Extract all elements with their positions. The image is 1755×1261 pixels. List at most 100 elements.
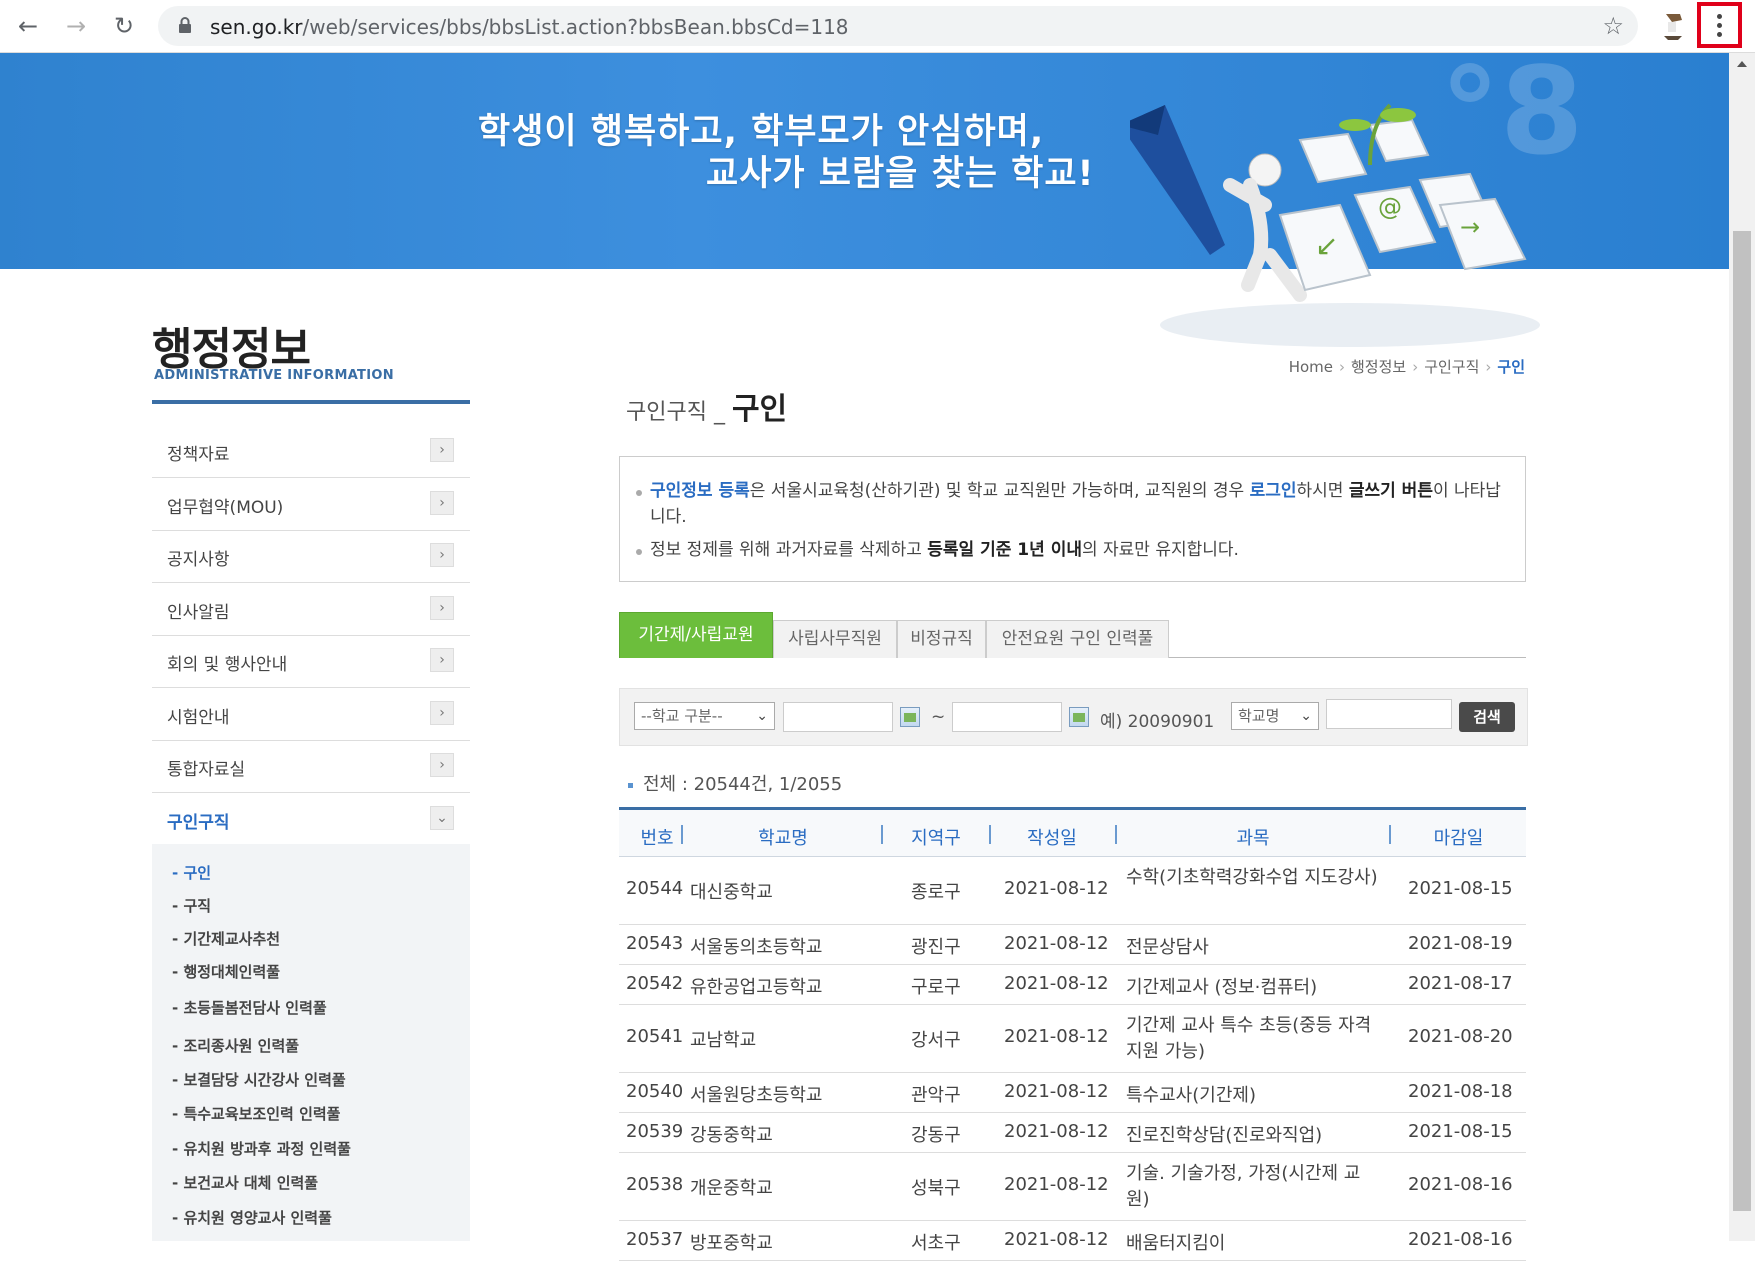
submenu-item-kindergarten-pool[interactable]: - 유치원 방과후 과정 인력풀 xyxy=(172,1138,351,1159)
cell-deadline: 2021-08-15 xyxy=(1408,878,1513,899)
cell-school[interactable]: 대신중학교 xyxy=(690,878,773,904)
reload-icon[interactable]: ↻ xyxy=(106,8,142,44)
table-row[interactable]: 20543 서울동의초등학교 광진구 2021-08-12 전문상담사 2021… xyxy=(619,925,1526,965)
back-icon[interactable]: ← xyxy=(10,8,46,44)
notice-login-link[interactable]: 로그인 xyxy=(1250,481,1297,501)
submenu-item-care-pool[interactable]: - 초등돌봄전담사 인력풀 xyxy=(172,997,327,1018)
chevron-down-icon: ⌄ xyxy=(756,708,768,724)
scroll-up-icon[interactable] xyxy=(1737,61,1747,67)
cell-school[interactable]: 서울동의초등학교 xyxy=(690,933,822,959)
table-row[interactable]: 20541 교남학교 강서구 2021-08-12 기간제 교사 특수 초등(중… xyxy=(619,1005,1526,1073)
sidebar-item-notice[interactable]: 공지사항 › xyxy=(152,531,470,583)
extension-icon[interactable] xyxy=(1656,8,1690,44)
cell-date: 2021-08-12 xyxy=(1004,973,1109,994)
sidebar-item-archive[interactable]: 통합자료실 › xyxy=(152,741,470,793)
sidebar-item-mou[interactable]: 업무협약(MOU) › xyxy=(152,479,470,531)
page-title-main: 구인 xyxy=(731,392,788,427)
sidebar-item-exam[interactable]: 시험안내 › xyxy=(152,689,470,741)
breadcrumb-level2[interactable]: 구인구직 xyxy=(1424,358,1479,376)
cell-subject[interactable]: 기술. 기술가정, 가정(시간제 교원) xyxy=(1126,1161,1378,1213)
submenu-item-special-ed-pool[interactable]: - 특수교육보조인력 인력풀 xyxy=(172,1103,340,1124)
header-deadline: 마감일 xyxy=(1433,828,1484,849)
notice-text: 의 자료만 유지합니다. xyxy=(1081,540,1239,560)
calendar-icon[interactable] xyxy=(900,707,920,727)
search-field-select[interactable]: 학교명 ⌄ xyxy=(1231,702,1319,730)
submenu-item-jobseeking[interactable]: - 구직 xyxy=(172,895,211,916)
sidebar-item-policy[interactable]: 정책자료 › xyxy=(152,426,470,478)
browser-toolbar: ← → ↻ sen.go.kr/web/services/bbs/bbsList… xyxy=(0,0,1755,53)
url-domain: sen.go.kr xyxy=(210,15,303,39)
cell-school[interactable]: 방포중학교 xyxy=(690,1229,773,1255)
sidebar-item-label: 정책자료 xyxy=(167,445,230,465)
cell-subject[interactable]: 진로진학상담(진로와직업) xyxy=(1126,1121,1322,1147)
search-field-value: 학교명 xyxy=(1238,707,1280,725)
breadcrumb-level1[interactable]: 행정정보 xyxy=(1351,358,1406,376)
breadcrumb: Home › 행정정보 › 구인구직 › 구인 xyxy=(1289,356,1525,377)
star-icon[interactable]: ☆ xyxy=(1602,12,1624,40)
cell-no: 20537 xyxy=(626,1229,684,1250)
cell-date: 2021-08-12 xyxy=(1004,1081,1109,1102)
notice-text: 정보 정제를 위해 과거자료를 삭제하고 xyxy=(650,540,928,560)
scroll-thumb[interactable] xyxy=(1733,231,1751,1211)
table-header: 번호 학교명 지역구 작성일 과목 마감일 xyxy=(619,807,1526,857)
bullet-icon xyxy=(628,782,633,788)
tab-contract-private[interactable]: 기간제/사립교원 xyxy=(619,612,773,658)
sidebar-item-personnel[interactable]: 인사알림 › xyxy=(152,584,470,636)
table-row[interactable]: 20542 유한공업고등학교 구로구 2021-08-12 기간제교사 (정보·… xyxy=(619,965,1526,1005)
cell-subject[interactable]: 기간제 교사 특수 초등(중등 자격 지원 가능) xyxy=(1126,1013,1378,1065)
cell-deadline: 2021-08-16 xyxy=(1408,1229,1513,1250)
address-bar[interactable]: sen.go.kr/web/services/bbs/bbsList.actio… xyxy=(158,6,1638,46)
kebab-menu-icon[interactable] xyxy=(1697,2,1742,48)
table-row[interactable]: 20538 개운중학교 성북구 2021-08-12 기술. 기술가정, 가정(… xyxy=(619,1153,1526,1221)
search-button[interactable]: 검색 xyxy=(1459,702,1515,732)
submenu-item-nutrition-pool[interactable]: - 유치원 영양교사 인력풀 xyxy=(172,1207,332,1228)
submenu-item-hiring[interactable]: - 구인 xyxy=(172,862,211,883)
lock-icon xyxy=(179,17,191,33)
category-tabs: 기간제/사립교원 사립사무직원 비정규직 안전요원 구인 인력풀 xyxy=(619,612,1526,658)
tab-private-staff[interactable]: 사립사무직원 xyxy=(773,620,897,658)
school-type-value: --학교 구분-- xyxy=(641,707,723,725)
submenu-item-contract-teacher[interactable]: - 기간제교사추천 xyxy=(172,928,280,949)
cell-school[interactable]: 유한공업고등학교 xyxy=(690,973,822,999)
table-row[interactable]: 20544 대신중학교 종로구 2021-08-12 수학(기초학력강화수업 지… xyxy=(619,857,1526,925)
tab-irregular[interactable]: 비정규직 xyxy=(897,620,986,658)
svg-text:↙: ↙ xyxy=(1315,229,1338,262)
school-type-select[interactable]: --학교 구분-- ⌄ xyxy=(634,702,775,730)
notice-register-link[interactable]: 구인정보 등록 xyxy=(650,481,750,501)
cell-no: 20544 xyxy=(626,878,684,899)
table-row[interactable]: 20540 서울원당초등학교 관악구 2021-08-12 특수교사(기간제) … xyxy=(619,1073,1526,1113)
cell-subject[interactable]: 특수교사(기간제) xyxy=(1126,1081,1256,1107)
calendar-icon[interactable] xyxy=(1069,707,1089,727)
cell-school[interactable]: 교남학교 xyxy=(690,1026,756,1052)
end-date-input[interactable] xyxy=(952,702,1062,732)
keyword-input[interactable] xyxy=(1326,699,1452,729)
notice-bold: 등록일 기준 1년 이내 xyxy=(927,540,1082,560)
svg-text:@: @ xyxy=(1378,193,1402,221)
submenu-item-substitute-pool[interactable]: - 보결담당 시간강사 인력풀 xyxy=(172,1069,346,1090)
table-row[interactable]: 20539 강동중학교 강동구 2021-08-12 진로진학상담(진로와직업)… xyxy=(619,1113,1526,1153)
chevron-right-icon: › xyxy=(430,543,454,567)
forward-icon[interactable]: → xyxy=(58,8,94,44)
url-text: sen.go.kr/web/services/bbs/bbsList.actio… xyxy=(210,15,849,39)
table-row[interactable]: 20537 방포중학교 서초구 2021-08-12 배움터지킴이 2021-0… xyxy=(619,1221,1526,1261)
cell-deadline: 2021-08-17 xyxy=(1408,973,1513,994)
cell-subject[interactable]: 배움터지킴이 xyxy=(1126,1229,1225,1255)
breadcrumb-chevron-icon: › xyxy=(1485,358,1492,376)
submenu-item-health-pool[interactable]: - 보건교사 대체 인력풀 xyxy=(172,1172,318,1193)
cell-school[interactable]: 개운중학교 xyxy=(690,1174,773,1200)
tab-safety-pool[interactable]: 안전요원 구인 인력풀 xyxy=(986,620,1169,658)
cell-subject[interactable]: 수학(기초학력강화수업 지도강사) xyxy=(1126,865,1378,891)
sidebar-item-jobs[interactable]: 구인구직 ⌄ xyxy=(152,794,470,846)
date-example: 예) 20090901 xyxy=(1100,712,1215,732)
banner-keyboard-illustration: ↙ @ → xyxy=(1130,103,1540,347)
breadcrumb-home[interactable]: Home xyxy=(1289,358,1333,376)
cell-subject[interactable]: 기간제교사 (정보·컴퓨터) xyxy=(1126,973,1317,999)
submenu-item-cook-pool[interactable]: - 조리종사원 인력풀 xyxy=(172,1035,299,1056)
sidebar-item-events[interactable]: 회의 및 행사안내 › xyxy=(152,636,470,688)
start-date-input[interactable] xyxy=(783,702,893,732)
submenu-item-admin-pool[interactable]: - 행정대체인력풀 xyxy=(172,961,280,982)
page-scrollbar[interactable] xyxy=(1729,53,1755,1241)
cell-school[interactable]: 강동중학교 xyxy=(690,1121,773,1147)
cell-school[interactable]: 서울원당초등학교 xyxy=(690,1081,822,1107)
cell-subject[interactable]: 전문상담사 xyxy=(1126,933,1209,959)
